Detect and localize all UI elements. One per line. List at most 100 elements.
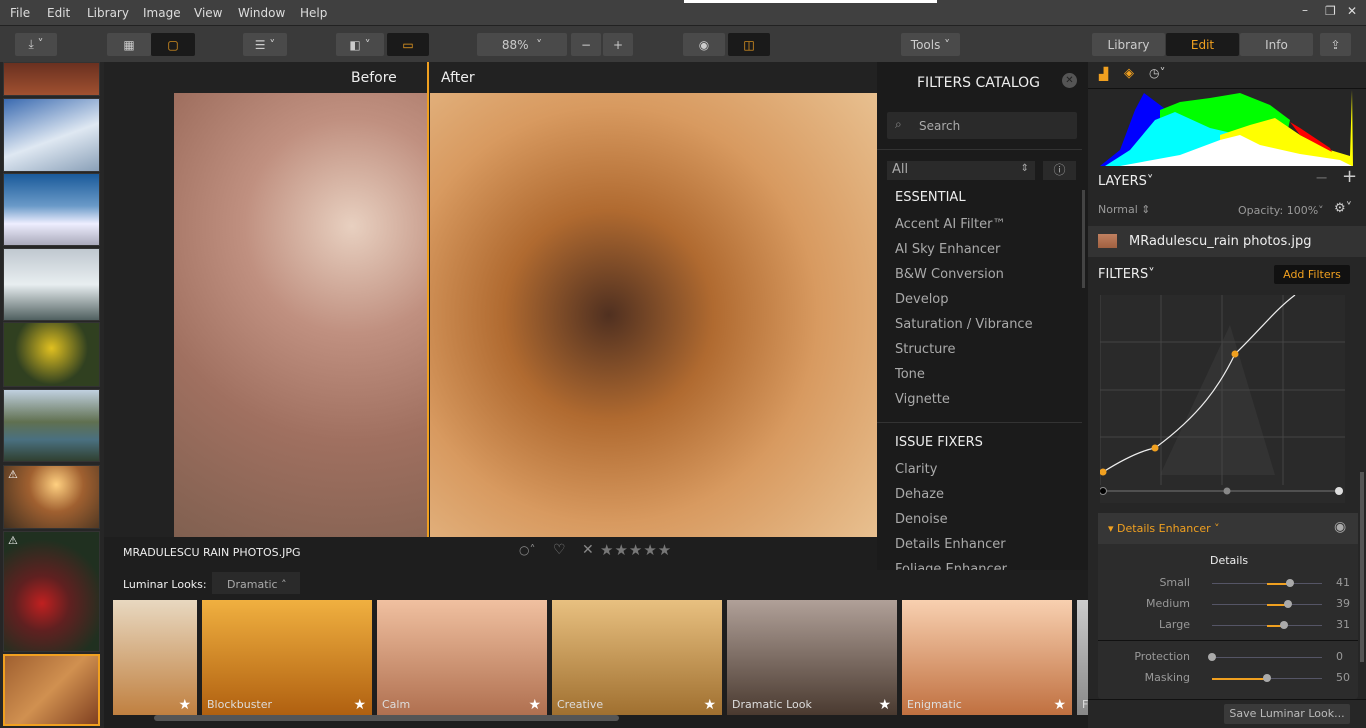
thumbnail[interactable]: ⚠ [3,465,100,529]
layers-icon[interactable]: ◈ [1124,66,1134,81]
catalog-scrollbar[interactable] [1082,190,1085,288]
filter-header[interactable]: ▾ Details Enhancer ˅ ◉ [1098,513,1358,544]
look-preset[interactable]: ★ [113,600,197,715]
slider-knob[interactable] [1285,579,1294,587]
favorite-star-icon[interactable]: ★ [878,697,891,713]
menu-file[interactable]: File [10,6,30,20]
save-look-button[interactable]: Save Luminar Look... [1224,704,1350,724]
tab-info[interactable]: Info [1240,33,1313,56]
layer-row[interactable]: MRadulescu_rain photos.jpg [1088,226,1366,257]
sidebar-toggle-icon[interactable]: ◧ ˅ [336,33,384,56]
thumbnail-selected[interactable] [3,654,100,726]
look-preset[interactable]: F [1077,600,1088,715]
menu-window[interactable]: Window [238,6,285,20]
tools-dropdown[interactable]: Tools ˅ [901,33,960,56]
split-handle[interactable] [427,62,429,537]
minimize-icon[interactable]: – [1302,3,1308,17]
menu-image[interactable]: Image [143,6,181,20]
grid-view-icon[interactable]: ▦ [107,33,151,56]
slider-knob[interactable] [1280,621,1289,629]
reject-icon[interactable]: ✕ [582,542,594,558]
slider-knob[interactable] [1208,653,1216,661]
catalog-item[interactable]: Denoise [895,512,948,527]
catalog-item[interactable]: AI Sky Enhancer [895,242,1000,257]
looks-scrollbar[interactable] [154,715,619,721]
filter-name[interactable]: ▾ Details Enhancer ˅ [1108,522,1220,535]
slider-knob[interactable] [1284,600,1293,608]
menu-edit[interactable]: Edit [47,6,70,20]
catalog-item[interactable]: Saturation / Vibrance [895,317,1033,332]
tab-edit[interactable]: Edit [1166,33,1239,56]
blend-mode-select[interactable]: Normal ⇕ [1098,203,1151,216]
menu-help[interactable]: Help [300,6,327,20]
favorite-star-icon[interactable]: ★ [528,697,541,713]
layer-name: MRadulescu_rain photos.jpg [1129,234,1312,249]
heart-icon[interactable]: ♡ [553,542,566,558]
flag-icon[interactable]: ○˄ [519,543,535,557]
layers-title[interactable]: LAYERS˅ [1098,174,1153,189]
filters-title[interactable]: FILTERS˅ [1098,267,1155,282]
look-name: Enigmatic [907,698,962,711]
curve-point[interactable] [1231,350,1239,358]
favorite-star-icon[interactable]: ★ [703,697,716,713]
star-rating[interactable]: ★★★★★ [600,541,672,559]
thumbnail[interactable] [3,389,100,462]
thumbnail[interactable]: ⚠ [3,531,100,652]
catalog-item[interactable]: Dehaze [895,487,944,502]
close-icon[interactable]: ✕ [1347,4,1357,18]
look-preset[interactable]: Enigmatic ★ [902,600,1072,715]
right-scrollbar[interactable] [1360,472,1364,662]
catalog-item[interactable]: Vignette [895,392,950,407]
zoom-out-button[interactable]: − [571,33,601,56]
catalog-item[interactable]: Accent AI Filter™ [895,217,1005,232]
preview-eye-icon[interactable]: ◉ [683,33,725,56]
catalog-item[interactable]: Foliage Enhancer [895,562,1007,570]
catalog-item[interactable]: Develop [895,292,949,307]
catalog-item[interactable]: B&W Conversion [895,267,1004,282]
histogram-icon[interactable]: ▟ [1099,67,1108,81]
thumbnail[interactable] [3,322,100,387]
catalog-item[interactable]: Structure [895,342,955,357]
single-view-icon[interactable]: ▢ [151,33,195,56]
zoom-in-button[interactable]: + [603,33,633,56]
gear-icon[interactable]: ⚙˅ [1334,201,1352,216]
thumbnail[interactable] [3,248,100,321]
opacity-select[interactable]: Opacity: 100%˅ [1238,204,1324,217]
slider-track[interactable] [1212,657,1322,658]
eye-icon[interactable]: ◉ [1334,519,1346,535]
look-preset[interactable]: Calm ★ [377,600,547,715]
catalog-item[interactable]: Clarity [895,462,937,477]
favorite-star-icon[interactable]: ★ [353,697,366,713]
filmstrip-toggle-icon[interactable]: ▭ [387,33,429,56]
history-icon[interactable]: ◷˅ [1149,66,1165,80]
favorite-star-icon[interactable]: ★ [1053,697,1066,713]
thumbnail[interactable] [3,98,100,172]
slider-knob[interactable] [1263,674,1271,682]
share-icon[interactable]: ⇪ [1320,33,1351,56]
opacity-value: Opacity: 100% [1238,204,1319,217]
layers-title-text: LAYERS [1098,174,1147,189]
curve-point[interactable] [1151,444,1159,452]
restore-icon[interactable]: ❐ [1325,4,1336,18]
compare-icon[interactable]: ◫ [728,33,770,56]
look-preset[interactable]: Creative ★ [552,600,722,715]
remove-layer-icon[interactable]: − [1315,168,1328,187]
add-filters-button[interactable]: Add Filters [1274,265,1350,284]
menu-library[interactable]: Library [87,6,129,20]
thumbnail[interactable] [3,62,100,96]
look-preset[interactable]: Dramatic Look ★ [727,600,897,715]
catalog-item[interactable]: Tone [895,367,925,382]
catalog-item[interactable]: Details Enhancer [895,537,1006,552]
sort-icon[interactable]: ☰ ˅ [243,33,287,56]
menu-view[interactable]: View [194,6,222,20]
favorite-star-icon[interactable]: ★ [178,697,191,713]
looks-category-dropdown[interactable]: Dramatic ˄ [212,572,300,594]
import-button[interactable]: ⤓ ˅ [15,33,57,56]
tone-curve[interactable] [1100,295,1345,503]
tab-library[interactable]: Library [1092,33,1165,56]
slider-row: Protection 0 [1098,649,1358,665]
zoom-select[interactable]: 88% ˅ [477,33,567,56]
add-layer-icon[interactable]: + [1342,166,1357,187]
thumbnail[interactable] [3,173,100,246]
look-preset[interactable]: Blockbuster ★ [202,600,372,715]
